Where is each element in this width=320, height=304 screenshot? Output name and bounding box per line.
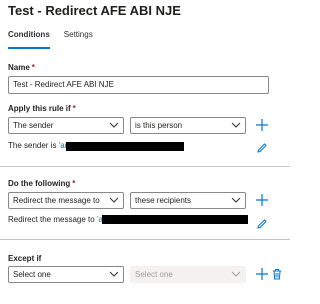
except-if-label: Except if	[8, 254, 42, 263]
exception-condition-select[interactable]: Select one	[8, 266, 124, 283]
condition-select-value: The sender	[13, 121, 54, 130]
chevron-down-icon	[231, 197, 241, 203]
recipients-select-value: these recipients	[135, 196, 192, 205]
tab-bar: Conditions Settings	[8, 27, 107, 49]
apply-rule-label-text: Apply this rule if	[8, 104, 71, 113]
exception-operator-select: Select one	[130, 266, 246, 283]
recipients-select[interactable]: these recipients	[130, 192, 246, 209]
redacted-block	[102, 215, 248, 224]
tab-settings[interactable]: Settings	[64, 27, 93, 49]
operator-select-value: is this person	[135, 121, 183, 130]
apply-rule-label: Apply this rule if *	[8, 104, 76, 113]
do-following-label: Do the following *	[8, 179, 75, 188]
redacted-block	[66, 142, 184, 151]
name-label-text: Name	[8, 63, 30, 72]
chevron-down-icon	[231, 122, 241, 128]
exception-condition-select-value: Select one	[13, 270, 51, 279]
required-asterisk: *	[31, 63, 35, 72]
redirect-summary-prefix: Redirect the message to	[8, 215, 95, 224]
add-condition-plus-icon[interactable]	[255, 118, 269, 132]
action-select[interactable]: Redirect the message to	[8, 192, 124, 209]
action-select-value: Redirect the message to	[13, 196, 100, 205]
do-following-label-text: Do the following	[8, 179, 71, 188]
trash-icon[interactable]	[270, 267, 284, 281]
chevron-down-icon	[231, 271, 241, 277]
sender-summary-prefix: The sender is	[8, 141, 57, 150]
pencil-icon[interactable]	[256, 218, 268, 230]
condition-select[interactable]: The sender	[8, 117, 124, 134]
add-exception-plus-icon[interactable]	[255, 267, 269, 281]
redirect-summary: Redirect the message to 'ab	[8, 215, 107, 224]
name-input[interactable]: Test - Redirect AFE ABI NJE	[8, 76, 269, 94]
required-asterisk: *	[72, 179, 76, 188]
chevron-down-icon	[109, 271, 119, 277]
chevron-down-icon	[109, 122, 119, 128]
add-action-plus-icon[interactable]	[255, 193, 269, 207]
required-asterisk: *	[72, 104, 76, 113]
tab-conditions[interactable]: Conditions	[8, 27, 50, 49]
name-label: Name *	[8, 63, 35, 72]
operator-select[interactable]: is this person	[130, 117, 246, 134]
chevron-down-icon	[109, 197, 119, 203]
exception-operator-select-value: Select one	[135, 270, 173, 279]
sender-summary: The sender is 'ar	[8, 141, 67, 150]
page-title: Test - Redirect AFE ABI NJE	[8, 3, 181, 18]
divider	[0, 239, 290, 240]
divider	[0, 166, 290, 167]
pencil-icon[interactable]	[256, 142, 268, 154]
